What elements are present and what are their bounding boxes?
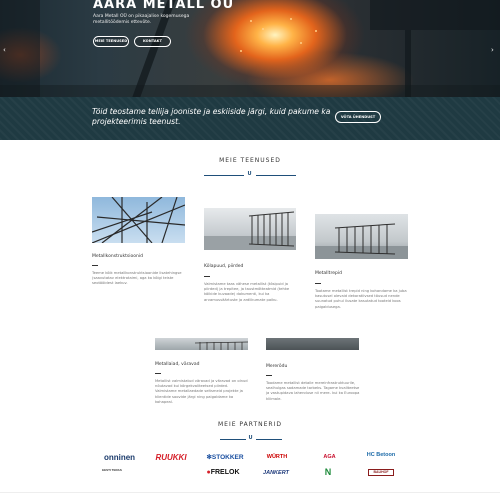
service-description: Tootame metallist trepid ning kohandame … — [315, 289, 407, 309]
spark — [290, 18, 292, 20]
partner-logo-hc-betoon[interactable]: HC Betoon — [366, 452, 396, 458]
service-title[interactable]: Metallaiad, väravad — [155, 362, 199, 367]
hero-title: AARA METALL OÜ — [93, 0, 235, 12]
service-rule — [204, 276, 210, 277]
service-image-stairs[interactable] — [315, 214, 408, 259]
service-rule — [315, 283, 321, 284]
gate-illustration — [204, 211, 296, 250]
partner-logo-bauhof[interactable]: BAUHOF — [368, 469, 394, 476]
partner-logo-ruukki[interactable]: RUUKKI — [155, 453, 187, 462]
divider-line — [256, 439, 282, 440]
chevron-left-icon[interactable]: ‹ — [3, 47, 6, 54]
divider-line — [220, 439, 246, 440]
footer-divider — [0, 492, 500, 500]
hero-bg-shape — [370, 0, 500, 30]
truss-illustration — [92, 197, 185, 243]
fence-illustration — [315, 223, 408, 259]
service-image-railings[interactable] — [204, 208, 296, 250]
service-description: Metallist valmistatud väravad ja väravad… — [155, 379, 248, 404]
spark — [250, 20, 252, 22]
service-image-fences[interactable] — [155, 338, 248, 350]
partner-name: FRELOK — [210, 469, 240, 476]
service-title[interactable]: Metalltrepid — [315, 271, 342, 276]
service-title[interactable]: Kõlapuud, piirded — [204, 264, 243, 269]
service-rule — [92, 265, 98, 266]
service-rule — [155, 373, 161, 374]
service-description: Valmistame taas vähese metallist (tõsipu… — [204, 282, 290, 302]
divider-line — [256, 175, 296, 176]
fence-strip-illustration — [194, 341, 248, 350]
services-heading: MEIE TEENUSED — [219, 157, 281, 164]
banner-text: Töid teostame tellija jooniste ja eskiis… — [92, 107, 331, 126]
service-rule — [266, 375, 272, 376]
service-image-metal-structures[interactable] — [92, 197, 185, 243]
hero-section: AARA METALL OÜ Aara Metall OÜ on pikaaja… — [0, 0, 500, 97]
partner-logo-onninen[interactable]: onninen — [97, 453, 142, 462]
cta-banner: Töid teostame tellija jooniste ja eskiis… — [0, 97, 500, 140]
partner-logo-n[interactable]: N — [322, 467, 334, 477]
hero-subtitle: Aara Metall OÜ on pikaajalise kogemusega… — [93, 14, 190, 25]
partner-logo-wurth[interactable]: WÜRTH — [262, 454, 292, 460]
partner-logo-frelok[interactable]: ●FRELOK — [200, 469, 246, 476]
partner-logo-jankert[interactable]: JANKERT — [255, 470, 297, 476]
spark — [300, 42, 302, 44]
divider-icon: U — [248, 435, 253, 441]
service-title[interactable]: Mererõdu — [266, 364, 287, 369]
partner-logo-stokker[interactable]: ✻STOKKER — [205, 453, 245, 461]
divider-line — [204, 175, 244, 176]
services-button[interactable]: MEIE TEENUSED — [93, 36, 129, 47]
service-title[interactable]: Metallkonstruktsioonid — [92, 254, 143, 259]
spark — [315, 30, 317, 32]
hero-bg-shape — [0, 85, 500, 97]
service-description: Toodame metallist detaile mereinfrastruk… — [266, 381, 360, 401]
spark — [262, 28, 264, 30]
service-image-marine[interactable] — [266, 338, 359, 350]
contact-us-button[interactable]: VÕTA ÜHENDUST — [335, 111, 381, 123]
service-description: Teeme kõik metallkonstruktsioonide lisat… — [92, 271, 182, 286]
divider-icon: U — [247, 171, 252, 177]
partners-heading: MEIE PARTNERID — [217, 421, 282, 428]
chevron-right-icon[interactable]: › — [491, 47, 494, 54]
contact-button[interactable]: KONTAKT — [134, 36, 171, 47]
hero-bg-shape — [0, 0, 40, 97]
partner-logo-aga[interactable]: AGA — [312, 454, 347, 460]
spark — [240, 50, 242, 52]
partner-logo-eesti-teras[interactable]: EESTI TERAS — [97, 468, 127, 472]
partner-name: STOKKER — [211, 454, 244, 461]
